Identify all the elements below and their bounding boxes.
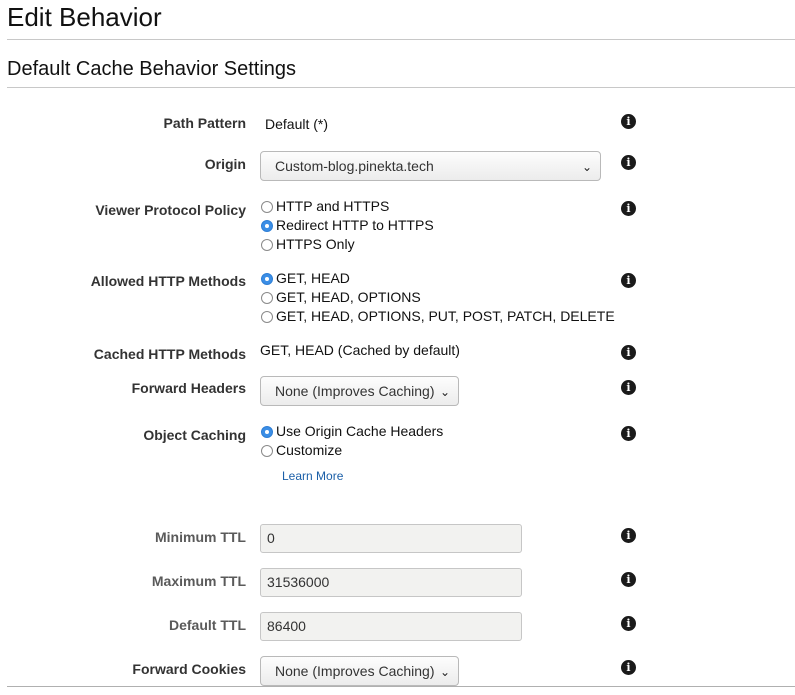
radio-circle[interactable] (261, 220, 273, 232)
chevron-down-icon: ⌄ (581, 160, 592, 174)
info-icon[interactable]: i (621, 380, 636, 395)
max-ttl-label: Maximum TTL (151, 573, 246, 589)
radio-circle[interactable] (261, 426, 273, 438)
info-icon[interactable]: i (621, 273, 636, 288)
info-icon[interactable]: i (621, 155, 636, 170)
origin-select-value: Custom-blog.pinekta.tech (275, 158, 434, 174)
radio-circle[interactable] (261, 292, 273, 304)
radio-label: GET, HEAD (276, 270, 350, 286)
radio-label: HTTPS Only (276, 236, 355, 252)
forward-headers-label: Forward Headers (131, 380, 246, 396)
allowed-methods-label: Allowed HTTP Methods (90, 273, 246, 289)
radio-all-methods[interactable]: GET, HEAD, OPTIONS, PUT, POST, PATCH, DE… (261, 307, 615, 325)
radio-circle[interactable] (261, 311, 273, 323)
max-ttl-input[interactable]: 31536000 (260, 568, 522, 597)
radio-redirect-http-to-https[interactable]: Redirect HTTP to HTTPS (261, 216, 434, 234)
path-pattern-value: Default (*) (265, 116, 329, 132)
viewer-protocol-label: Viewer Protocol Policy (95, 202, 246, 218)
section-divider (7, 87, 795, 88)
radio-circle[interactable] (261, 239, 273, 251)
radio-get-head[interactable]: GET, HEAD (261, 269, 350, 287)
radio-label: Redirect HTTP to HTTPS (276, 217, 434, 233)
radio-label: GET, HEAD, OPTIONS (276, 289, 421, 305)
forward-cookies-select[interactable]: None (Improves Caching) ⌄ (260, 656, 459, 686)
origin-label: Origin (204, 156, 246, 172)
section-title: Default Cache Behavior Settings (7, 58, 297, 80)
cached-methods-label: Cached HTTP Methods (93, 346, 246, 362)
info-icon[interactable]: i (621, 345, 636, 360)
cached-methods-value: GET, HEAD (Cached by default) (260, 342, 460, 358)
radio-use-origin-cache-headers[interactable]: Use Origin Cache Headers (261, 422, 443, 440)
info-icon[interactable]: i (621, 426, 636, 441)
radio-get-head-options[interactable]: GET, HEAD, OPTIONS (261, 288, 421, 306)
info-icon[interactable]: i (621, 201, 636, 216)
info-icon[interactable]: i (621, 616, 636, 631)
forward-headers-value: None (Improves Caching) (275, 383, 435, 399)
radio-label: GET, HEAD, OPTIONS, PUT, POST, PATCH, DE… (276, 308, 615, 324)
radio-http-and-https[interactable]: HTTP and HTTPS (261, 197, 389, 215)
min-ttl-input[interactable]: 0 (260, 524, 522, 553)
default-ttl-label: Default TTL (169, 617, 246, 633)
info-icon[interactable]: i (621, 528, 636, 543)
object-caching-label: Object Caching (143, 427, 246, 443)
min-ttl-label: Minimum TTL (155, 529, 246, 545)
page-title: Edit Behavior (7, 2, 162, 32)
learn-more-link[interactable]: Learn More (282, 469, 343, 483)
info-icon[interactable]: i (621, 114, 636, 129)
bottom-divider (7, 686, 795, 687)
radio-label: HTTP and HTTPS (276, 198, 390, 214)
path-pattern-label: Path Pattern (163, 115, 246, 131)
forward-cookies-label: Forward Cookies (132, 661, 246, 677)
default-ttl-input[interactable]: 86400 (260, 612, 522, 641)
radio-label: Customize (276, 442, 343, 458)
title-divider (7, 39, 795, 40)
radio-circle[interactable] (261, 273, 273, 285)
chevron-down-icon: ⌄ (439, 385, 450, 399)
radio-circle[interactable] (261, 445, 273, 457)
radio-https-only[interactable]: HTTPS Only (261, 235, 355, 253)
chevron-down-icon: ⌄ (439, 665, 450, 679)
radio-circle[interactable] (261, 201, 273, 213)
info-icon[interactable]: i (621, 572, 636, 587)
origin-select[interactable]: Custom-blog.pinekta.tech ⌄ (260, 151, 601, 181)
info-icon[interactable]: i (621, 660, 636, 675)
forward-cookies-value: None (Improves Caching) (275, 663, 435, 679)
radio-customize[interactable]: Customize (261, 441, 342, 459)
forward-headers-select[interactable]: None (Improves Caching) ⌄ (260, 376, 459, 406)
radio-label: Use Origin Cache Headers (276, 423, 444, 439)
